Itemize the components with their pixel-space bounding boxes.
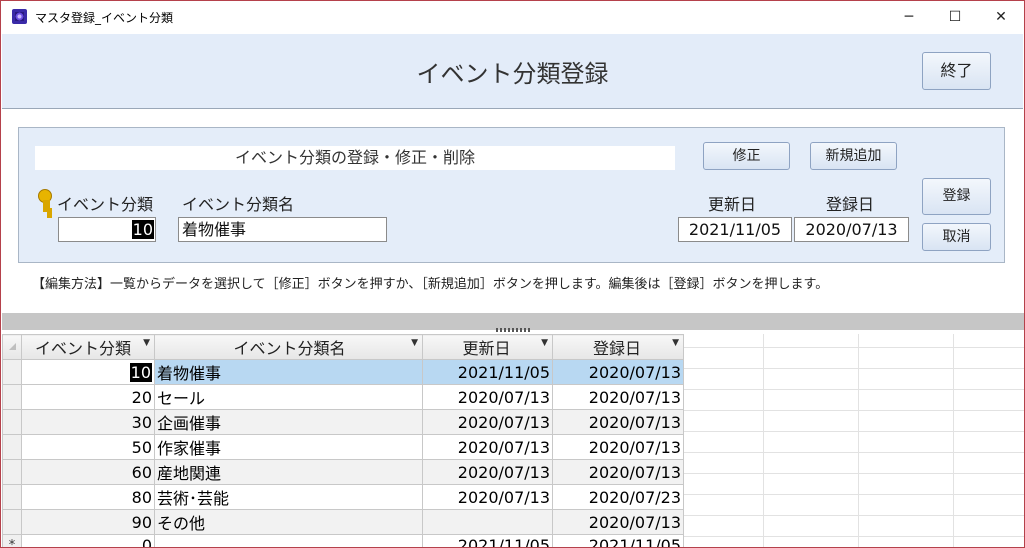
row-selector[interactable]	[2, 484, 22, 510]
row-selector[interactable]	[2, 434, 22, 460]
cell-registered[interactable]: 2020/07/13	[552, 509, 684, 535]
cell-name[interactable]: 着物催事	[154, 359, 423, 385]
registered-date-field[interactable]: 2020/07/13	[794, 217, 909, 242]
cell-registered[interactable]: 2020/07/13	[552, 434, 684, 460]
registered-date-label: 登録日	[826, 195, 875, 214]
event-id-value: 10	[131, 220, 154, 239]
cell-name[interactable]: 産地関連	[154, 459, 423, 485]
column-header-id[interactable]: イベント分類 ▼	[21, 334, 155, 360]
add-new-button[interactable]: 新規追加	[810, 142, 897, 170]
cell-registered[interactable]: 2020/07/23	[552, 484, 684, 510]
cell-id[interactable]: 80	[21, 484, 155, 510]
cell-id[interactable]: 60	[21, 459, 155, 485]
table-header-row: イベント分類 ▼ イベント分類名 ▼ 更新日 ▼ 登録日 ▼	[2, 334, 684, 360]
app-icon	[12, 9, 27, 24]
event-category-table: イベント分類 ▼ イベント分類名 ▼ 更新日 ▼ 登録日 ▼ 10 着物催事 2021/…	[2, 334, 684, 547]
splitter-grip[interactable]	[496, 328, 532, 332]
table-row[interactable]: 50 作家催事 2020/07/13 2020/07/13	[2, 434, 684, 460]
row-selector[interactable]	[2, 359, 22, 385]
register-button[interactable]: 登録	[922, 178, 991, 215]
dropdown-arrow-icon[interactable]: ▼	[143, 338, 150, 348]
key-icon	[38, 189, 52, 213]
table-row[interactable]: 10 着物催事 2021/11/05 2020/07/13	[2, 359, 684, 385]
cell-updated[interactable]: 2020/07/13	[422, 384, 553, 410]
table-row[interactable]: 20 セール 2020/07/13 2020/07/13	[2, 384, 684, 410]
row-selector[interactable]	[2, 459, 22, 485]
edit-instructions: 【編集方法】一覧からデータを選択して［修正］ボタンを押すか、［新規追加］ボタンを…	[32, 277, 829, 292]
new-record-marker[interactable]: *	[2, 534, 22, 547]
datasheet: イベント分類 ▼ イベント分類名 ▼ 更新日 ▼ 登録日 ▼ 10 着物催事 2021/…	[2, 334, 1024, 547]
event-id-label: イベント分類	[57, 195, 154, 214]
event-name-field[interactable]: 着物催事	[178, 217, 387, 242]
cell-id[interactable]: 10	[21, 359, 155, 385]
app-window: マスタ登録_イベント分類 ─ ☐ ✕ イベント分類登録 終了 イベント分類の登録…	[0, 0, 1025, 548]
cell-id[interactable]: 0	[21, 534, 155, 547]
table-row[interactable]: 30 企画催事 2020/07/13 2020/07/13	[2, 409, 684, 435]
cell-updated[interactable]: 2020/07/13	[422, 434, 553, 460]
form-header: イベント分類登録	[2, 34, 1023, 109]
edit-button[interactable]: 修正	[703, 142, 790, 170]
dropdown-arrow-icon[interactable]: ▼	[541, 338, 548, 348]
table-row[interactable]: 90 その他 2020/07/13	[2, 509, 684, 535]
cell-name[interactable]: 芸術･芸能	[154, 484, 423, 510]
cell-name[interactable]: 作家催事	[154, 434, 423, 460]
dropdown-arrow-icon[interactable]: ▼	[411, 338, 418, 348]
cell-registered[interactable]: 2021/11/05	[552, 534, 684, 547]
row-selector[interactable]	[2, 384, 22, 410]
close-button[interactable]: ✕	[978, 1, 1024, 33]
column-header-updated[interactable]: 更新日 ▼	[422, 334, 553, 360]
row-selector[interactable]	[2, 409, 22, 435]
cancel-button[interactable]: 取消	[922, 223, 991, 251]
section-label: イベント分類の登録・修正・削除	[35, 146, 675, 170]
cell-id[interactable]: 90	[21, 509, 155, 535]
cell-name[interactable]: セール	[154, 384, 423, 410]
cell-registered[interactable]: 2020/07/13	[552, 409, 684, 435]
minimize-button[interactable]: ─	[886, 1, 932, 33]
cell-registered[interactable]: 2020/07/13	[552, 459, 684, 485]
dropdown-arrow-icon[interactable]: ▼	[672, 338, 679, 348]
cell-updated[interactable]: 2021/11/05	[422, 534, 553, 547]
cell-updated[interactable]: 2021/11/05	[422, 359, 553, 385]
table-row[interactable]: 60 産地関連 2020/07/13 2020/07/13	[2, 459, 684, 485]
title-bar[interactable]: マスタ登録_イベント分類 ─ ☐ ✕	[1, 1, 1024, 33]
cell-name[interactable]: 企画催事	[154, 409, 423, 435]
updated-date-label: 更新日	[708, 195, 757, 214]
table-row[interactable]: 80 芸術･芸能 2020/07/13 2020/07/23	[2, 484, 684, 510]
cell-registered[interactable]: 2020/07/13	[552, 384, 684, 410]
cell-name[interactable]: その他	[154, 509, 423, 535]
new-record-row[interactable]: * 0 2021/11/05 2021/11/05	[2, 534, 684, 547]
exit-button[interactable]: 終了	[922, 52, 991, 90]
cell-id[interactable]: 20	[21, 384, 155, 410]
cell-name[interactable]	[154, 534, 423, 547]
maximize-button[interactable]: ☐	[932, 1, 978, 33]
event-id-field[interactable]: 10	[58, 217, 156, 242]
cell-updated[interactable]: 2020/07/13	[422, 409, 553, 435]
cell-updated[interactable]	[422, 509, 553, 535]
page-title: イベント分類登録	[416, 60, 609, 88]
cell-id[interactable]: 30	[21, 409, 155, 435]
cell-updated[interactable]: 2020/07/13	[422, 484, 553, 510]
window-title: マスタ登録_イベント分類	[35, 11, 174, 25]
column-header-registered[interactable]: 登録日 ▼	[552, 334, 684, 360]
cell-id[interactable]: 50	[21, 434, 155, 460]
cell-updated[interactable]: 2020/07/13	[422, 459, 553, 485]
event-name-label: イベント分類名	[182, 195, 295, 214]
cell-registered[interactable]: 2020/07/13	[552, 359, 684, 385]
row-selector[interactable]	[2, 509, 22, 535]
updated-date-field[interactable]: 2021/11/05	[678, 217, 792, 242]
select-all-cell[interactable]	[2, 334, 22, 360]
column-header-name[interactable]: イベント分類名 ▼	[154, 334, 423, 360]
